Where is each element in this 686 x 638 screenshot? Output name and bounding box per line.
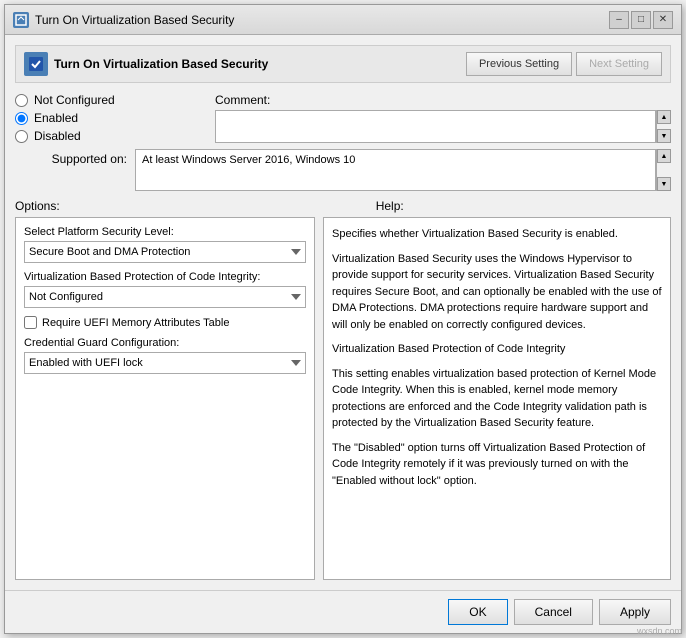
radio-disabled: Disabled [15,129,215,143]
options-section: Select Platform Security Level: Secure B… [15,217,315,580]
help-para-5: The "Disabled" option turns off Virtuali… [332,440,662,490]
window-icon [13,12,29,28]
comment-textarea-container [215,110,656,143]
uefi-checkbox[interactable] [24,316,37,329]
platform-group: Select Platform Security Level: Secure B… [24,226,306,263]
title-bar-controls: – □ ✕ [609,11,673,29]
supported-scroll-down[interactable]: ▼ [657,177,671,191]
next-setting-button[interactable]: Next Setting [576,52,662,76]
watermark: wxsdn.com [637,626,682,636]
close-button[interactable]: ✕ [653,11,673,29]
ok-button[interactable]: OK [448,599,507,625]
enabled-radio[interactable] [15,112,28,125]
help-section: Specifies whether Virtualization Based S… [323,217,671,580]
vbs-group: Virtualization Based Protection of Code … [24,271,306,308]
two-col-section: Select Platform Security Level: Secure B… [15,217,671,580]
credential-group: Credential Guard Configuration: Disabled… [24,337,306,374]
help-para-2: Virtualization Based Security uses the W… [332,251,662,334]
credential-label: Credential Guard Configuration: [24,337,306,349]
enabled-label: Enabled [34,111,78,125]
maximize-button[interactable]: □ [631,11,651,29]
supported-scroll-up[interactable]: ▲ [657,149,671,163]
cancel-button[interactable]: Cancel [514,599,593,625]
comment-box-wrapper: ▲ ▼ [215,110,671,143]
main-window: Turn On Virtualization Based Security – … [4,4,682,634]
help-para-4: This setting enables virtualization base… [332,366,662,432]
header-title-text: Turn On Virtualization Based Security [54,57,268,71]
supported-scrollbar: ▲ ▼ [656,149,671,191]
supported-label: Supported on: [15,149,135,166]
comment-textarea[interactable] [216,111,655,142]
content-area: Turn On Virtualization Based Security Pr… [5,35,681,590]
supported-value: At least Windows Server 2016, Windows 10 [142,154,355,166]
credential-select-wrapper: Disabled Enabled with UEFI lock Enabled … [24,352,306,374]
radio-not-configured: Not Configured [15,93,215,107]
minimize-button[interactable]: – [609,11,629,29]
options-section-label: Options: [15,199,60,213]
uefi-checkbox-row: Require UEFI Memory Attributes Table [24,316,306,329]
disabled-radio[interactable] [15,130,28,143]
scroll-up-btn[interactable]: ▲ [657,110,671,124]
section-labels: Options: Help: [15,199,671,213]
vbs-select[interactable]: Not Configured Enabled without lock Enab… [24,286,306,308]
header-buttons: Previous Setting Next Setting [466,52,662,76]
footer: OK Cancel Apply wxsdn.com [5,590,681,633]
comment-label: Comment: [215,93,671,107]
platform-label: Select Platform Security Level: [24,226,306,238]
credential-select[interactable]: Disabled Enabled with UEFI lock Enabled … [24,352,306,374]
comment-area: Comment: ▲ ▼ [215,93,671,143]
vbs-select-wrapper: Not Configured Enabled without lock Enab… [24,286,306,308]
title-bar: Turn On Virtualization Based Security – … [5,5,681,35]
platform-select[interactable]: Secure Boot only Secure Boot and DMA Pro… [24,241,306,263]
window-title: Turn On Virtualization Based Security [35,13,234,27]
radio-section: Not Configured Enabled Disabled [15,93,215,143]
header-icon [24,52,48,76]
uefi-checkbox-label: Require UEFI Memory Attributes Table [42,317,229,329]
radio-comment-row: Not Configured Enabled Disabled Comment: [15,93,671,143]
apply-button[interactable]: Apply [599,599,671,625]
help-para-1: Specifies whether Virtualization Based S… [332,226,662,243]
scroll-down-btn[interactable]: ▼ [657,129,671,143]
previous-setting-button[interactable]: Previous Setting [466,52,572,76]
vbs-label: Virtualization Based Protection of Code … [24,271,306,283]
not-configured-label: Not Configured [34,93,115,107]
not-configured-radio[interactable] [15,94,28,107]
supported-box-wrapper: At least Windows Server 2016, Windows 10… [135,149,671,191]
help-section-label: Help: [68,199,671,213]
comment-scrollbar: ▲ ▼ [656,110,671,143]
supported-box: At least Windows Server 2016, Windows 10 [135,149,656,191]
header-title: Turn On Virtualization Based Security [24,52,268,76]
help-para-3: Virtualization Based Protection of Code … [332,341,662,358]
title-bar-left: Turn On Virtualization Based Security [13,12,234,28]
disabled-label: Disabled [34,129,81,143]
supported-row: Supported on: At least Windows Server 20… [15,149,671,191]
platform-select-wrapper: Secure Boot only Secure Boot and DMA Pro… [24,241,306,263]
radio-enabled: Enabled [15,111,215,125]
header-row: Turn On Virtualization Based Security Pr… [15,45,671,83]
